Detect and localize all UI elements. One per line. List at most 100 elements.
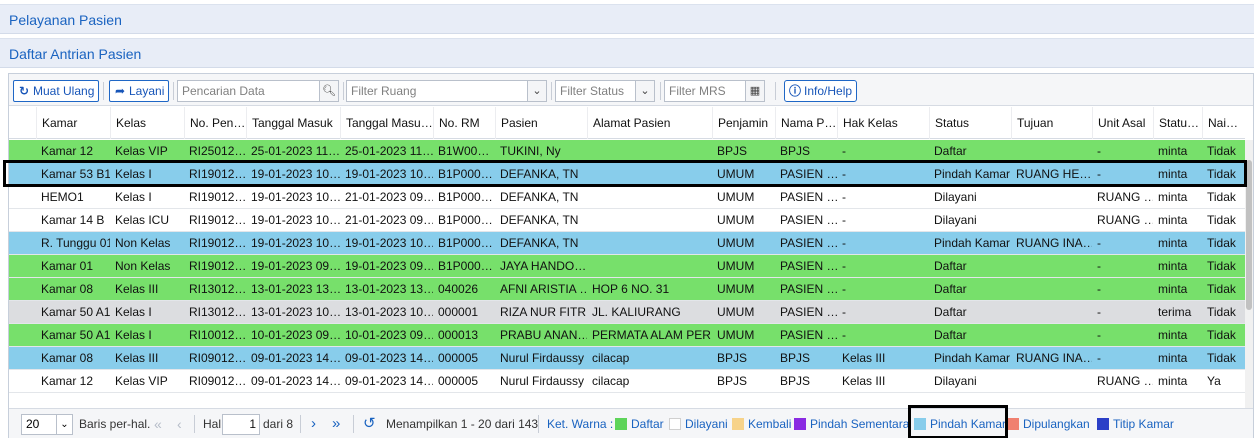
filter-status-select[interactable]: Filter Status ⌄ bbox=[555, 80, 655, 102]
table-cell: RUANG INA… bbox=[1016, 236, 1092, 250]
column-header[interactable]: Unit Asal bbox=[1092, 107, 1153, 139]
table-cell: Daftar bbox=[934, 328, 967, 342]
table-cell: Kamar 08 bbox=[41, 282, 94, 296]
column-header[interactable]: Pasien bbox=[495, 107, 587, 139]
table-cell: PASIEN … bbox=[780, 167, 837, 181]
table-cell: Kelas VIP bbox=[115, 374, 168, 388]
showing-info: Menampilkan 1 - 20 dari 143 bbox=[386, 417, 539, 431]
table-cell: RI09012… bbox=[189, 374, 246, 388]
table-cell: 13-01-2023 13… bbox=[251, 282, 340, 296]
page-size-select[interactable]: 20 ⌄ bbox=[21, 414, 73, 435]
table-cell: minta bbox=[1158, 351, 1188, 365]
column-header[interactable]: Statu… bbox=[1153, 107, 1202, 139]
column-header[interactable]: No. RM bbox=[433, 107, 495, 139]
last-page-icon[interactable]: » bbox=[332, 409, 340, 438]
prev-page-icon[interactable]: ‹ bbox=[177, 409, 182, 438]
column-header[interactable]: Kelas bbox=[110, 107, 184, 139]
table-cell: cilacap bbox=[592, 374, 630, 388]
per-page-label: Baris per-hal. bbox=[79, 417, 151, 431]
calendar-icon[interactable]: ▦ bbox=[745, 81, 764, 101]
search-placeholder: Pencarian Data bbox=[182, 84, 265, 98]
table-row[interactable]: Kamar 53 B1 Kelas I RI19012… 19-01-2023 10…… bbox=[9, 163, 1245, 186]
table-row[interactable]: R. Tunggu 01 Non Kelas RI19012… 19-01-2023 … bbox=[9, 232, 1245, 255]
column-header[interactable]: Alamat Pasien bbox=[587, 107, 712, 139]
table-cell: RUANG … bbox=[1097, 374, 1153, 388]
table-row[interactable]: Kamar 08 Kelas III RI13012… 13-01-2023 13… 1… bbox=[9, 278, 1245, 301]
table-row[interactable]: Kamar 01 Non Kelas RI19012… 19-01-2023 09… 1… bbox=[9, 255, 1245, 278]
first-page-icon[interactable]: « bbox=[154, 409, 162, 438]
grid-header: Kamar Kelas No. Pen… Tanggal Masuk Tanggal M… bbox=[9, 107, 1245, 139]
table-row[interactable]: Kamar 12 Kelas VIP RI25012… 25-01-2023 11… 2… bbox=[9, 140, 1245, 163]
table-cell: Kamar 50 A1 bbox=[41, 305, 110, 319]
table-cell: Dilayani bbox=[934, 190, 977, 204]
column-header[interactable]: Penjamin bbox=[712, 107, 775, 139]
table-cell: minta bbox=[1158, 236, 1188, 250]
chevron-down-icon[interactable]: ⌄ bbox=[527, 81, 546, 101]
table-cell: BPJS bbox=[717, 144, 748, 158]
search-input[interactable]: Pencarian Data 🔍︎ bbox=[177, 80, 339, 102]
column-header[interactable]: Nai… bbox=[1202, 107, 1245, 139]
serve-button[interactable]: ➦ Layani bbox=[109, 80, 170, 102]
table-cell: Daftar bbox=[934, 259, 967, 273]
legend-swatch bbox=[615, 418, 627, 430]
table-cell: RI13012… bbox=[189, 282, 246, 296]
column-header[interactable]: Hak Kelas bbox=[837, 107, 929, 139]
table-cell: 21-01-2023 09… bbox=[345, 213, 433, 227]
chevron-down-icon[interactable]: ⌄ bbox=[635, 81, 654, 101]
table-cell: Daftar bbox=[934, 305, 967, 319]
queue-grid-panel: ↻ Muat Ulang ➦ Layani Pencarian Data 🔍︎ Fi… bbox=[3, 73, 1254, 438]
table-cell: Daftar bbox=[934, 282, 967, 296]
search-icon[interactable]: 🔍︎ bbox=[319, 81, 338, 101]
column-header[interactable]: Kamar bbox=[36, 107, 110, 139]
serve-label: Layani bbox=[129, 84, 165, 98]
column-header[interactable]: Tanggal Masuk bbox=[246, 107, 340, 139]
table-cell: terima bbox=[1158, 305, 1192, 319]
refresh-icon[interactable]: ↺ bbox=[363, 409, 376, 438]
column-header[interactable]: Tanggal Masu… bbox=[340, 107, 433, 139]
table-cell: DEFANKA, TN bbox=[500, 167, 579, 181]
table-row[interactable]: Kamar 12 Kelas VIP RI09012… 09-01-2023 14… 0… bbox=[9, 370, 1245, 393]
column-header[interactable]: Nama P… bbox=[775, 107, 837, 139]
toolbar-separator bbox=[775, 82, 776, 100]
table-cell: B1W00… bbox=[438, 144, 490, 158]
table-row[interactable]: Kamar 50 A1 Kelas I RI10012… 10-01-2023 09…… bbox=[9, 324, 1245, 347]
table-cell: BPJS bbox=[717, 351, 748, 365]
table-cell bbox=[1011, 255, 1092, 277]
scrollbar-thumb[interactable] bbox=[1246, 160, 1252, 310]
table-row[interactable]: Kamar 14 B Kelas ICU RI19012… 19-01-2023 10… bbox=[9, 209, 1245, 232]
table-cell: - bbox=[842, 328, 846, 342]
legend-label: Titip Kamar bbox=[1113, 417, 1174, 431]
table-cell: DEFANKA, TN bbox=[500, 236, 579, 250]
chevron-down-icon[interactable]: ⌄ bbox=[56, 415, 72, 434]
filter-status-placeholder: Filter Status bbox=[560, 84, 625, 98]
table-cell bbox=[587, 255, 712, 277]
legend-label: Pindah Kamar bbox=[930, 417, 1007, 431]
table-cell: Kamar 50 A1 bbox=[41, 328, 110, 342]
pager-separator bbox=[538, 415, 539, 433]
table-cell bbox=[1011, 301, 1092, 323]
column-header[interactable]: Tujuan bbox=[1011, 107, 1092, 139]
table-row[interactable]: Kamar 50 A1 Kelas I RI13012… 13-01-2023 10…… bbox=[9, 301, 1245, 324]
table-cell: HOP 6 NO. 31 bbox=[592, 282, 670, 296]
legend-swatch bbox=[1097, 418, 1109, 430]
vertical-scrollbar[interactable] bbox=[1245, 140, 1253, 408]
help-button[interactable]: ⓘ Info/Help bbox=[784, 80, 858, 102]
table-cell: 19-01-2023 09… bbox=[251, 259, 340, 273]
next-page-icon[interactable]: › bbox=[311, 409, 316, 438]
table-cell: HEMO1 bbox=[41, 190, 84, 204]
column-header[interactable]: Status bbox=[929, 107, 1011, 139]
table-cell: minta bbox=[1158, 167, 1188, 181]
table-cell: minta bbox=[1158, 190, 1188, 204]
table-cell: RI13012… bbox=[189, 305, 246, 319]
table-cell: - bbox=[1097, 282, 1101, 296]
reload-button[interactable]: ↻ Muat Ulang bbox=[13, 80, 100, 102]
column-header[interactable]: No. Pen… bbox=[184, 107, 246, 139]
table-cell: Kelas I bbox=[115, 167, 152, 181]
filter-mrs-date[interactable]: Filter MRS ▦ bbox=[664, 80, 765, 102]
filter-room-select[interactable]: Filter Ruang ⌄ bbox=[346, 80, 547, 102]
current-page-input[interactable]: 1 bbox=[222, 414, 260, 435]
table-row[interactable]: HEMO1 Kelas I RI19012… 19-01-2023 10… 21-01-… bbox=[9, 186, 1245, 209]
table-cell: RI09012… bbox=[189, 351, 246, 365]
table-row[interactable]: Kamar 08 Kelas III RI09012… 09-01-2023 14… 0… bbox=[9, 347, 1245, 370]
table-cell bbox=[1011, 324, 1092, 346]
